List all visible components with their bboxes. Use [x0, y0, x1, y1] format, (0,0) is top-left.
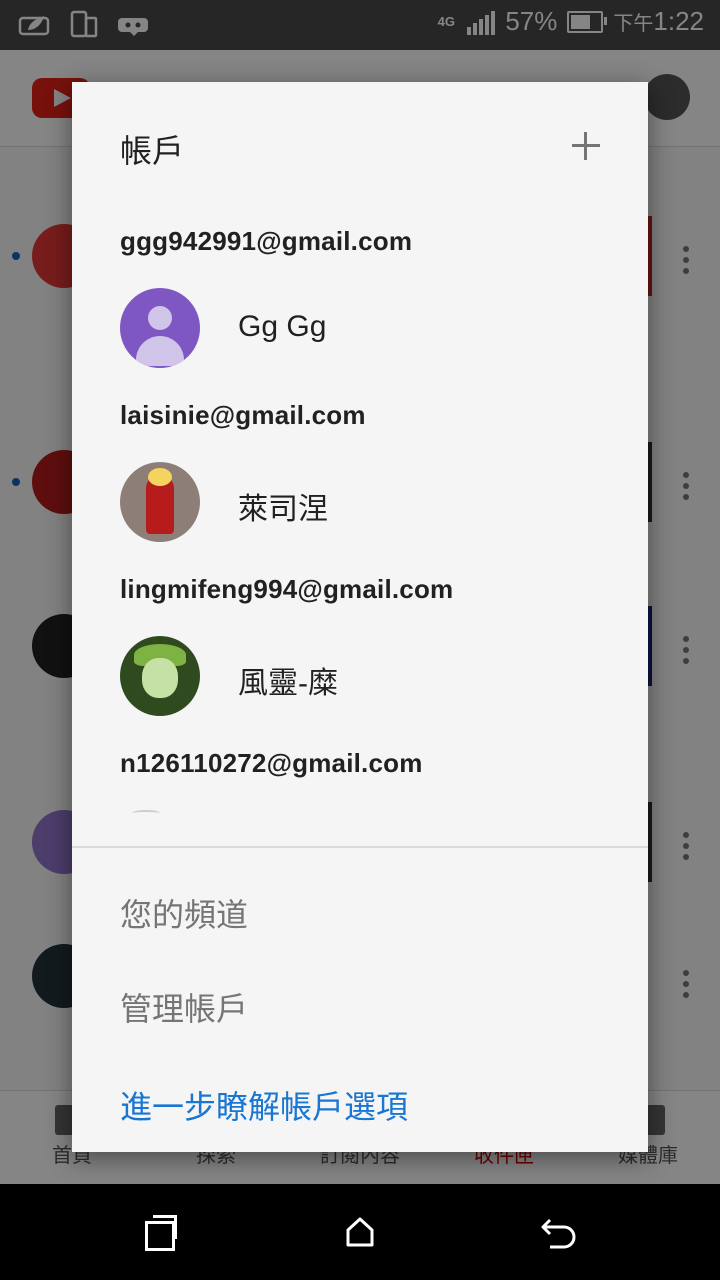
manage-account-button[interactable]: 管理帳戶 [120, 984, 248, 1030]
default-avatar-icon [120, 288, 200, 368]
learn-more-link[interactable]: 進一步瞭解帳戶選項 [120, 1082, 408, 1128]
dialog-title: 帳戶 [120, 133, 185, 169]
plus-icon[interactable] [568, 128, 604, 164]
account-email: n126110272@gmail.com [120, 748, 423, 778]
account-email: lingmifeng994@gmail.com [120, 574, 454, 604]
recent-apps-icon[interactable] [145, 1215, 177, 1251]
account-item[interactable]: 風靈-糜 [120, 636, 600, 716]
system-navigation-bar [0, 1184, 720, 1280]
account-email: ggg942991@gmail.com [120, 226, 413, 256]
account-name: Gg Gg [238, 310, 327, 343]
avatar [120, 462, 200, 542]
accounts-dialog: 帳戶 ggg942991@gmail.com Gg Gg laisinie@gm… [72, 82, 648, 1152]
screen: 4G 57% 下午1:22 首頁 探索 訂閱內容 收件匣 媒體庫 帳戶 ggg9… [0, 0, 720, 1280]
account-email: laisinie@gmail.com [120, 400, 366, 430]
account-item[interactable]: Gg Gg [120, 288, 600, 368]
your-channel-button[interactable]: 您的頻道 [120, 890, 248, 936]
divider [72, 846, 648, 848]
home-icon[interactable] [345, 1216, 375, 1248]
back-icon[interactable] [540, 1216, 578, 1250]
account-name: 風靈-糜 [238, 667, 338, 700]
account-item[interactable]: 萊司涅 [120, 462, 600, 542]
partial-avatar[interactable] [132, 810, 160, 816]
avatar [120, 636, 200, 716]
account-name: 萊司涅 [238, 493, 328, 526]
account-list: ggg942991@gmail.com Gg Gg laisinie@gmail… [72, 212, 648, 830]
